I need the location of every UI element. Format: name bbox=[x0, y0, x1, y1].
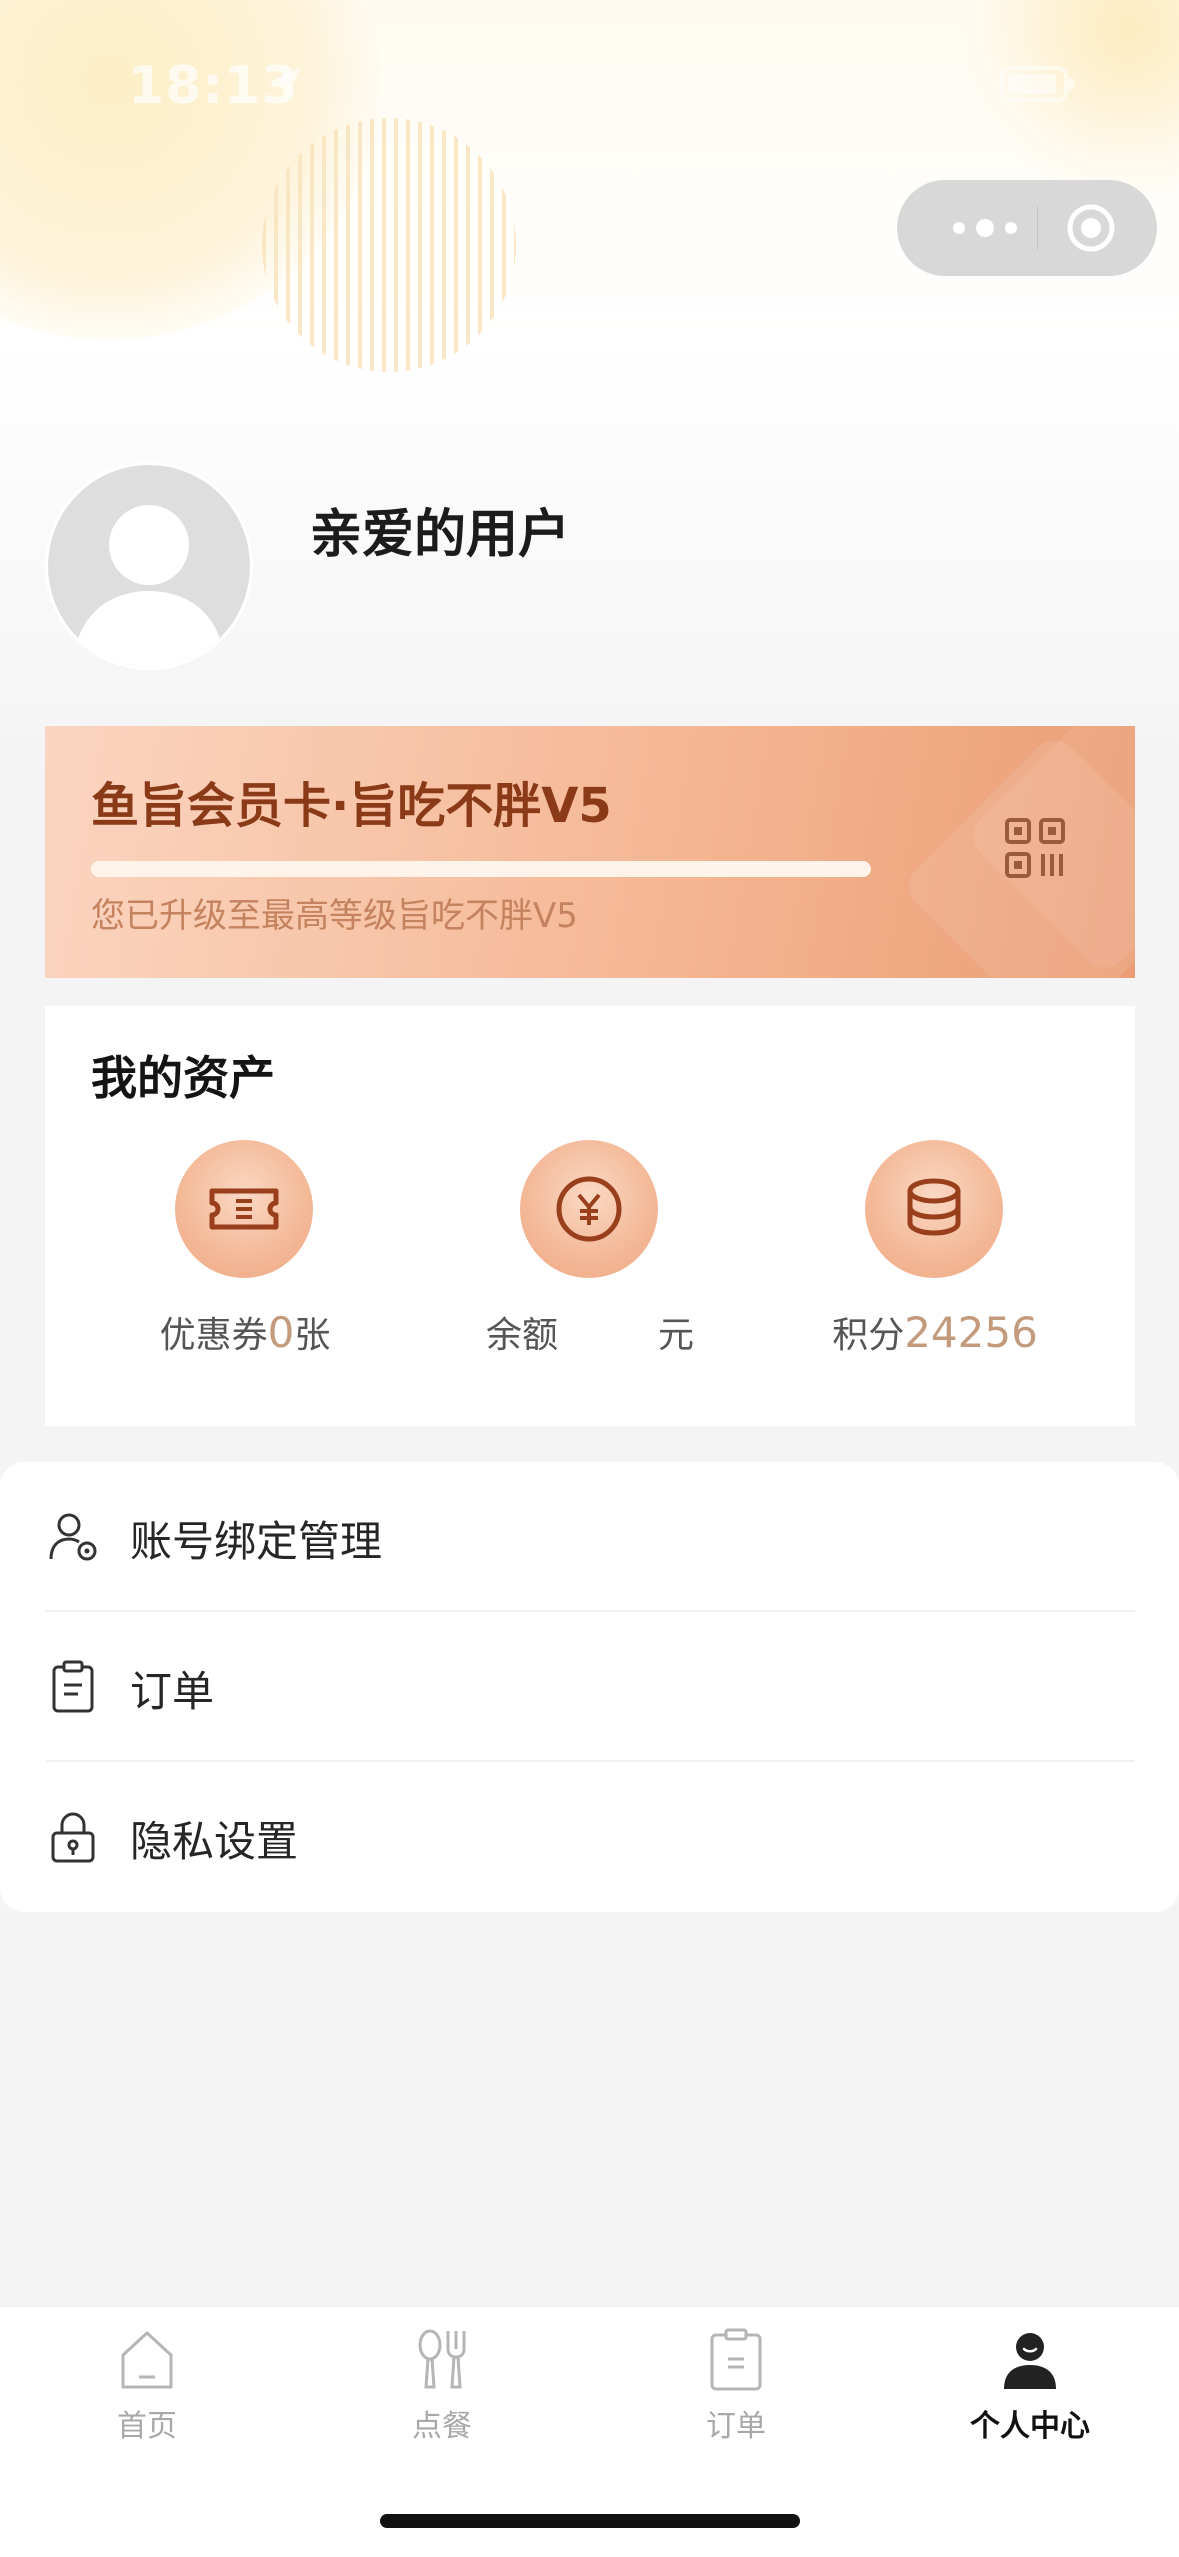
coupon-asset[interactable]: 优惠券0张 bbox=[95, 1140, 395, 1380]
home-icon bbox=[121, 2331, 173, 2389]
user-name: 亲爱的用户 bbox=[310, 505, 571, 565]
points-asset[interactable]: 积分24256 bbox=[785, 1140, 1085, 1380]
assets-card: 我的资产 优惠券0张 余额 元 积分24256 bbox=[45, 1006, 1135, 1426]
coupon-label: 优惠券0张 bbox=[95, 1306, 395, 1358]
assets-title: 我的资产 bbox=[91, 1051, 275, 1105]
tab-orders[interactable]: 订单 bbox=[646, 2327, 826, 2447]
home-indicator bbox=[380, 2514, 800, 2528]
menu-item-label: 账号绑定管理 bbox=[130, 1517, 383, 1566]
battery-icon bbox=[1000, 66, 1074, 102]
mini-program-capsule bbox=[897, 180, 1157, 276]
menu-item-orders[interactable]: 订单 bbox=[0, 1612, 1179, 1762]
balance-icon-circle bbox=[520, 1140, 658, 1278]
avatar[interactable] bbox=[45, 462, 253, 670]
tab-order-food[interactable]: 点餐 bbox=[352, 2327, 532, 2447]
member-level-progress bbox=[91, 861, 871, 877]
ticket-icon bbox=[209, 1188, 279, 1230]
menu-item-account-binding[interactable]: 账号绑定管理 bbox=[0, 1462, 1179, 1612]
member-level-note: 您已升级至最高等级旨吃不胖V5 bbox=[91, 896, 578, 936]
balance-suffix: 元 bbox=[658, 1315, 695, 1356]
member-card[interactable]: 鱼旨会员卡·旨吃不胖V5 您已升级至最高等级旨吃不胖V5 bbox=[45, 726, 1135, 978]
menu-item-privacy[interactable]: 隐私设置 bbox=[0, 1762, 1179, 1912]
close-target-icon[interactable] bbox=[1065, 202, 1117, 254]
balance-asset[interactable]: 余额 元 bbox=[440, 1140, 740, 1380]
tab-label: 个人中心 bbox=[970, 2409, 1090, 2444]
tab-label: 点餐 bbox=[412, 2409, 472, 2444]
points-value: 24256 bbox=[904, 1308, 1038, 1357]
lock-icon bbox=[51, 1812, 95, 1863]
member-level-progress-fill bbox=[91, 861, 871, 877]
decorative-striped-circle bbox=[262, 118, 516, 372]
utensils-icon bbox=[418, 2329, 466, 2389]
tab-personal-center[interactable]: 个人中心 bbox=[940, 2327, 1120, 2447]
coupon-suffix: 张 bbox=[294, 1315, 331, 1356]
balance-label: 余额 元 bbox=[440, 1306, 740, 1358]
clipboard-icon bbox=[52, 1660, 94, 1713]
menu-item-label: 隐私设置 bbox=[130, 1817, 299, 1866]
default-avatar-icon bbox=[74, 505, 224, 667]
tab-label: 订单 bbox=[706, 2409, 766, 2444]
coupon-prefix: 优惠券 bbox=[159, 1315, 268, 1356]
points-prefix: 积分 bbox=[832, 1315, 905, 1356]
coupon-count: 0 bbox=[267, 1308, 295, 1357]
settings-menu: 账号绑定管理 订单 隐私设置 bbox=[0, 1462, 1179, 1912]
person-icon bbox=[1004, 2333, 1056, 2389]
order-icon bbox=[710, 2328, 762, 2391]
points-label: 积分24256 bbox=[785, 1306, 1085, 1358]
balance-prefix: 余额 bbox=[485, 1315, 558, 1356]
tab-label: 首页 bbox=[117, 2409, 177, 2444]
coins-icon bbox=[907, 1178, 961, 1236]
points-icon-circle bbox=[865, 1140, 1003, 1278]
yen-icon bbox=[556, 1176, 622, 1242]
capsule-divider bbox=[1037, 206, 1038, 250]
location-arrow-icon bbox=[274, 68, 300, 94]
qr-code-icon[interactable] bbox=[1003, 816, 1067, 880]
tab-home[interactable]: 首页 bbox=[57, 2327, 237, 2447]
user-gear-icon bbox=[49, 1513, 97, 1561]
menu-item-label: 订单 bbox=[130, 1667, 215, 1716]
coupon-icon-circle bbox=[175, 1140, 313, 1278]
more-dots-icon[interactable] bbox=[947, 212, 1027, 244]
member-card-title: 鱼旨会员卡·旨吃不胖V5 bbox=[91, 778, 612, 834]
